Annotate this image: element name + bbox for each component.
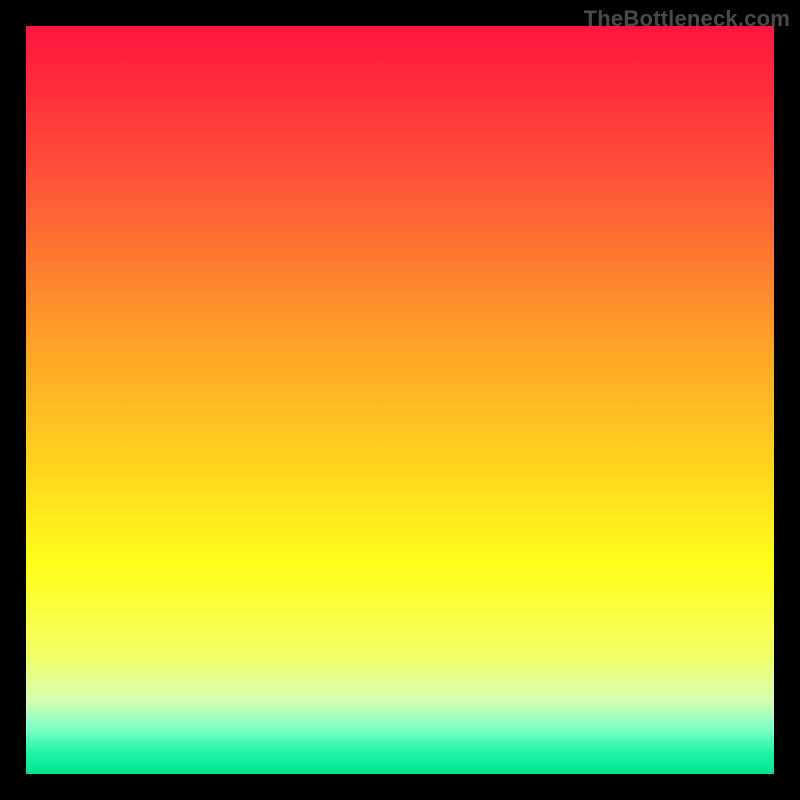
- heat-gradient-background: [26, 26, 774, 774]
- watermark-text: TheBottleneck.com: [584, 6, 790, 32]
- chart-frame: TheBottleneck.com: [0, 0, 800, 800]
- plot-area: [26, 26, 774, 774]
